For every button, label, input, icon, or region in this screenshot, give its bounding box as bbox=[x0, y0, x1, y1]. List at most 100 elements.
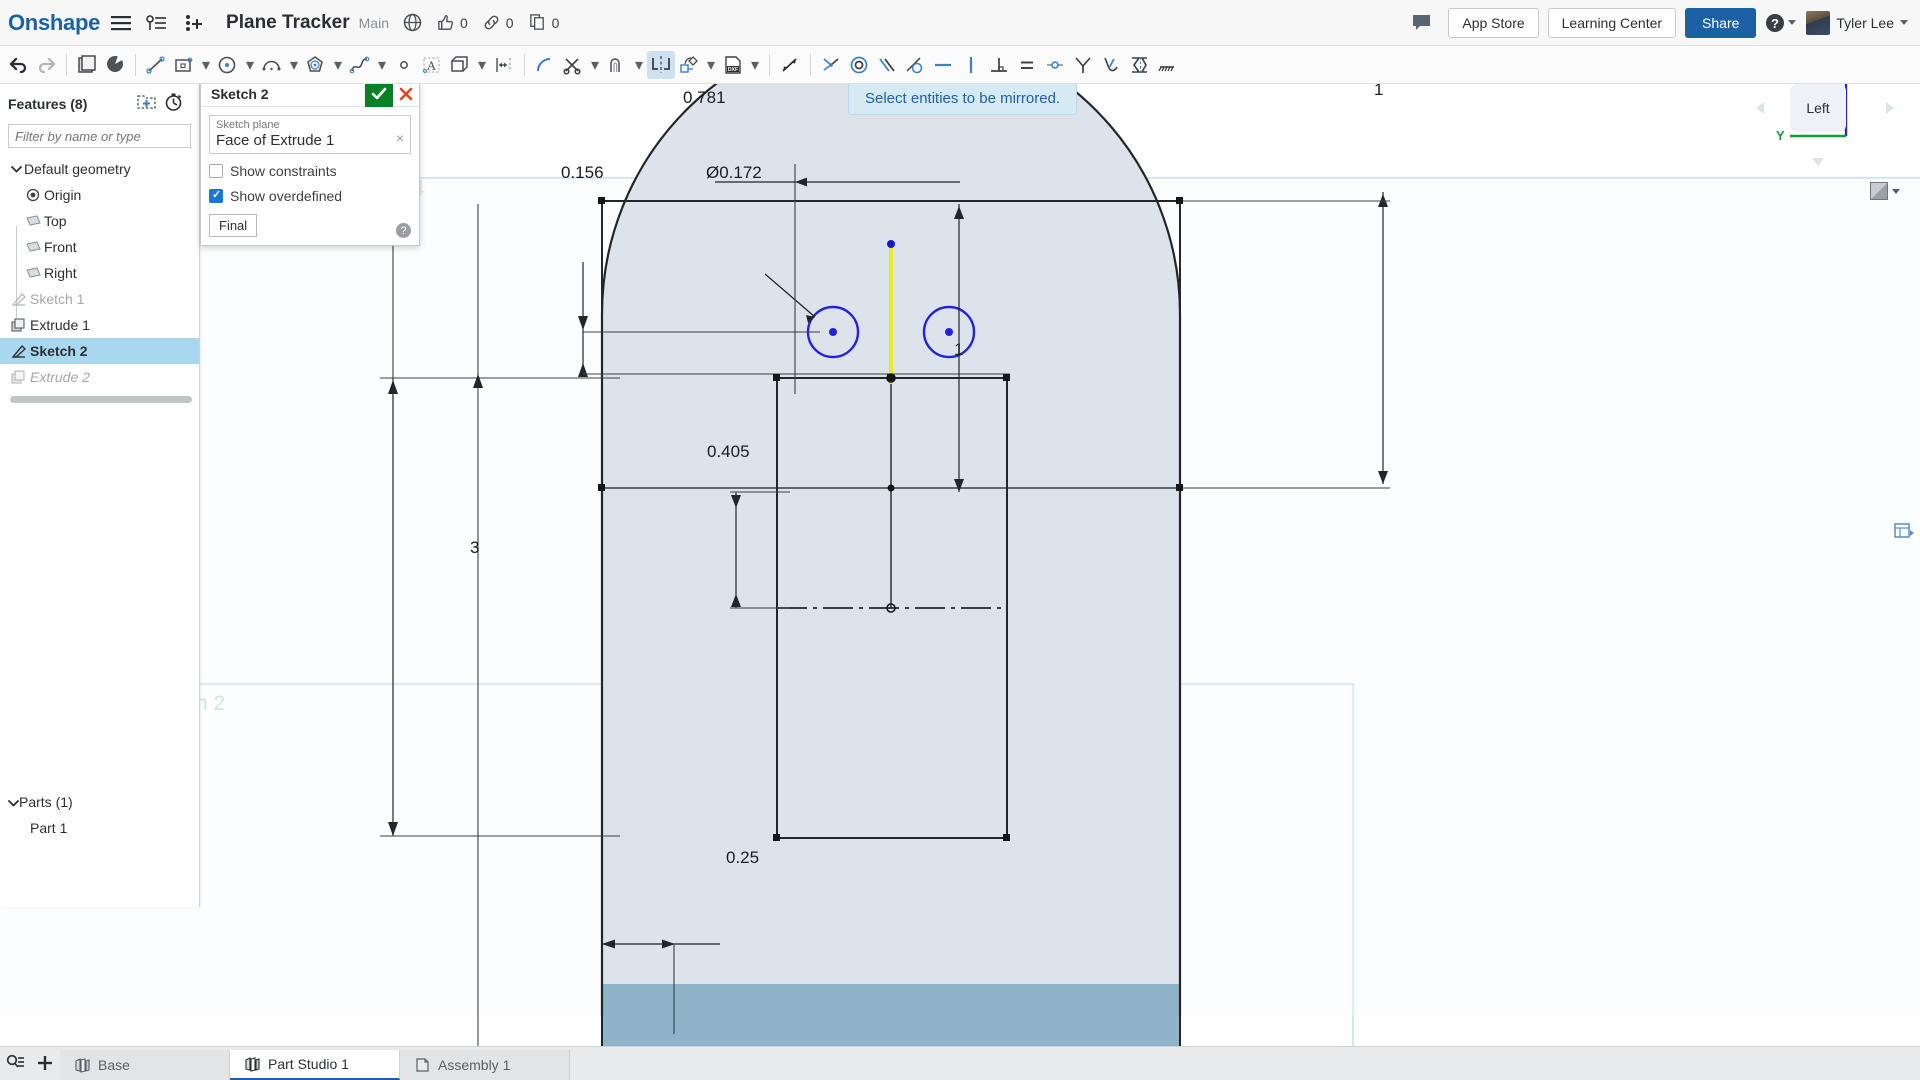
clear-x-icon[interactable]: × bbox=[396, 130, 404, 146]
sketch-view-tool[interactable] bbox=[73, 51, 101, 79]
dim-0-405[interactable]: 0.405 bbox=[707, 442, 750, 462]
transform-tool[interactable] bbox=[675, 51, 703, 79]
chevron-down-icon[interactable] bbox=[8, 165, 24, 173]
perpendicular-constraint[interactable] bbox=[985, 51, 1013, 79]
side-panel-toggle[interactable] bbox=[1893, 520, 1915, 542]
add-tab-icon[interactable] bbox=[30, 1048, 60, 1078]
rectangle-dropdown-icon[interactable]: ▾ bbox=[198, 52, 214, 78]
parts-header[interactable]: Parts (1) bbox=[0, 789, 200, 815]
likes-stat[interactable]: 0 bbox=[436, 13, 468, 32]
copies-stat[interactable]: 0 bbox=[528, 13, 559, 32]
dim-1-vertical[interactable]: 1 bbox=[954, 340, 963, 360]
concentric-constraint[interactable] bbox=[845, 51, 873, 79]
version-graph-icon[interactable] bbox=[142, 8, 172, 38]
line-tool[interactable] bbox=[142, 51, 170, 79]
dim-diameter-0-172[interactable]: Ø0.172 bbox=[706, 163, 762, 183]
sketch-accept-button[interactable] bbox=[365, 80, 393, 107]
tab-assembly-1[interactable]: Assembly 1 bbox=[400, 1050, 570, 1080]
offset-tool[interactable] bbox=[603, 51, 631, 79]
circle-dropdown-icon[interactable]: ▾ bbox=[242, 52, 258, 78]
shaded-view-tool[interactable] bbox=[101, 51, 129, 79]
display-mode-button[interactable] bbox=[1870, 182, 1900, 200]
learning-center-button[interactable]: Learning Center bbox=[1547, 7, 1677, 38]
tab-base[interactable]: Base bbox=[60, 1050, 230, 1080]
arc-tool[interactable] bbox=[258, 51, 286, 79]
tree-item-sketch-1[interactable]: Sketch 1 bbox=[0, 286, 199, 312]
spline-dropdown-icon[interactable]: ▾ bbox=[374, 52, 390, 78]
parallel-constraint[interactable] bbox=[873, 51, 901, 79]
trim-dropdown-icon[interactable]: ▾ bbox=[587, 52, 603, 78]
equal-constraint[interactable] bbox=[1013, 51, 1041, 79]
show-constraints-checkbox[interactable] bbox=[209, 164, 223, 178]
show-constraints-row[interactable]: Show constraints bbox=[209, 163, 411, 179]
add-folder-icon[interactable] bbox=[137, 93, 156, 115]
polygon-tool[interactable] bbox=[302, 51, 330, 79]
mirror-tool[interactable] bbox=[647, 50, 675, 79]
view-cube-face-left[interactable]: Left bbox=[1790, 84, 1846, 132]
history-icon[interactable] bbox=[164, 92, 183, 116]
final-button[interactable]: Final bbox=[209, 214, 258, 237]
tree-item-front[interactable]: Front bbox=[0, 234, 199, 260]
tab-part-studio-1[interactable]: Part Studio 1 bbox=[230, 1050, 400, 1080]
part-item-part-1[interactable]: Part 1 bbox=[0, 815, 200, 841]
symmetric-constraint[interactable] bbox=[1069, 51, 1097, 79]
feature-tree-scrollbar[interactable] bbox=[10, 396, 192, 403]
tree-item-extrude-1[interactable]: Extrude 1 bbox=[0, 312, 199, 338]
tree-item-origin[interactable]: Origin bbox=[0, 182, 199, 208]
midpoint-constraint[interactable] bbox=[1041, 51, 1069, 79]
feature-filter-input[interactable] bbox=[15, 128, 184, 144]
rectangle-tool[interactable] bbox=[170, 51, 198, 79]
tangent-constraint[interactable] bbox=[901, 51, 929, 79]
tree-item-default-geometry[interactable]: Default geometry bbox=[0, 156, 199, 182]
comment-icon[interactable] bbox=[1406, 8, 1436, 38]
public-globe-stat[interactable] bbox=[403, 13, 422, 32]
transform-dropdown-icon[interactable]: ▾ bbox=[703, 52, 719, 78]
dim-0-25[interactable]: 0.25 bbox=[726, 848, 759, 868]
show-overdefined-checkbox[interactable] bbox=[209, 188, 223, 203]
chevron-down-icon[interactable] bbox=[8, 794, 19, 810]
point-tool[interactable] bbox=[390, 51, 418, 79]
sketch-plane-field[interactable]: Sketch plane Face of Extrude 1 × bbox=[209, 115, 411, 154]
show-overdefined-row[interactable]: Show overdefined bbox=[209, 188, 411, 204]
tree-item-top[interactable]: Top bbox=[0, 208, 199, 234]
dimension-tool[interactable] bbox=[490, 51, 518, 79]
hamburger-icon[interactable] bbox=[106, 8, 136, 38]
insert-feature-icon[interactable] bbox=[178, 8, 208, 38]
onshape-logo[interactable]: Onshape bbox=[8, 10, 100, 36]
offset-dropdown-icon[interactable]: ▾ bbox=[631, 52, 647, 78]
fillet-tool[interactable] bbox=[531, 51, 559, 79]
horizontal-constraint[interactable] bbox=[929, 51, 957, 79]
dim-3[interactable]: 3 bbox=[470, 538, 479, 558]
curvature-constraint[interactable] bbox=[1097, 51, 1125, 79]
arc-dropdown-icon[interactable]: ▾ bbox=[286, 52, 302, 78]
use-project-tool[interactable] bbox=[446, 51, 474, 79]
user-menu[interactable]: Tyler Lee bbox=[1806, 10, 1908, 35]
use-dropdown-icon[interactable]: ▾ bbox=[474, 52, 490, 78]
tree-item-sketch-2[interactable]: Sketch 2 bbox=[0, 338, 199, 364]
vertical-constraint[interactable] bbox=[957, 51, 985, 79]
app-store-button[interactable]: App Store bbox=[1448, 7, 1539, 38]
dim-0-781[interactable]: 0.781 bbox=[683, 88, 726, 108]
import-dxf-tool[interactable]: DXF bbox=[719, 51, 747, 79]
sketch-cancel-button[interactable] bbox=[393, 81, 419, 107]
polygon-dropdown-icon[interactable]: ▾ bbox=[330, 52, 346, 78]
text-tool[interactable]: A bbox=[418, 51, 446, 79]
circle-tool[interactable] bbox=[214, 51, 242, 79]
help-menu[interactable]: ? bbox=[1765, 13, 1797, 33]
tab-search-icon[interactable] bbox=[0, 1048, 30, 1078]
dxf-dropdown-icon[interactable]: ▾ bbox=[747, 52, 763, 78]
fix-constraint[interactable] bbox=[1153, 51, 1181, 79]
share-button[interactable]: Share bbox=[1685, 7, 1757, 38]
trim-tool[interactable] bbox=[559, 51, 587, 79]
spline-tool[interactable] bbox=[346, 51, 374, 79]
tree-item-right[interactable]: Right bbox=[0, 260, 199, 286]
dim-0-156[interactable]: 0.156 bbox=[561, 163, 604, 183]
undo-tool[interactable] bbox=[4, 51, 32, 79]
coincident-constraint[interactable] bbox=[817, 51, 845, 79]
help-icon[interactable]: ? bbox=[396, 223, 411, 238]
links-stat[interactable]: 0 bbox=[482, 13, 514, 32]
feature-filter-box[interactable] bbox=[8, 124, 191, 148]
construction-tool[interactable] bbox=[776, 51, 804, 79]
redo-tool[interactable] bbox=[32, 51, 60, 79]
normal-constraint[interactable] bbox=[1125, 51, 1153, 79]
